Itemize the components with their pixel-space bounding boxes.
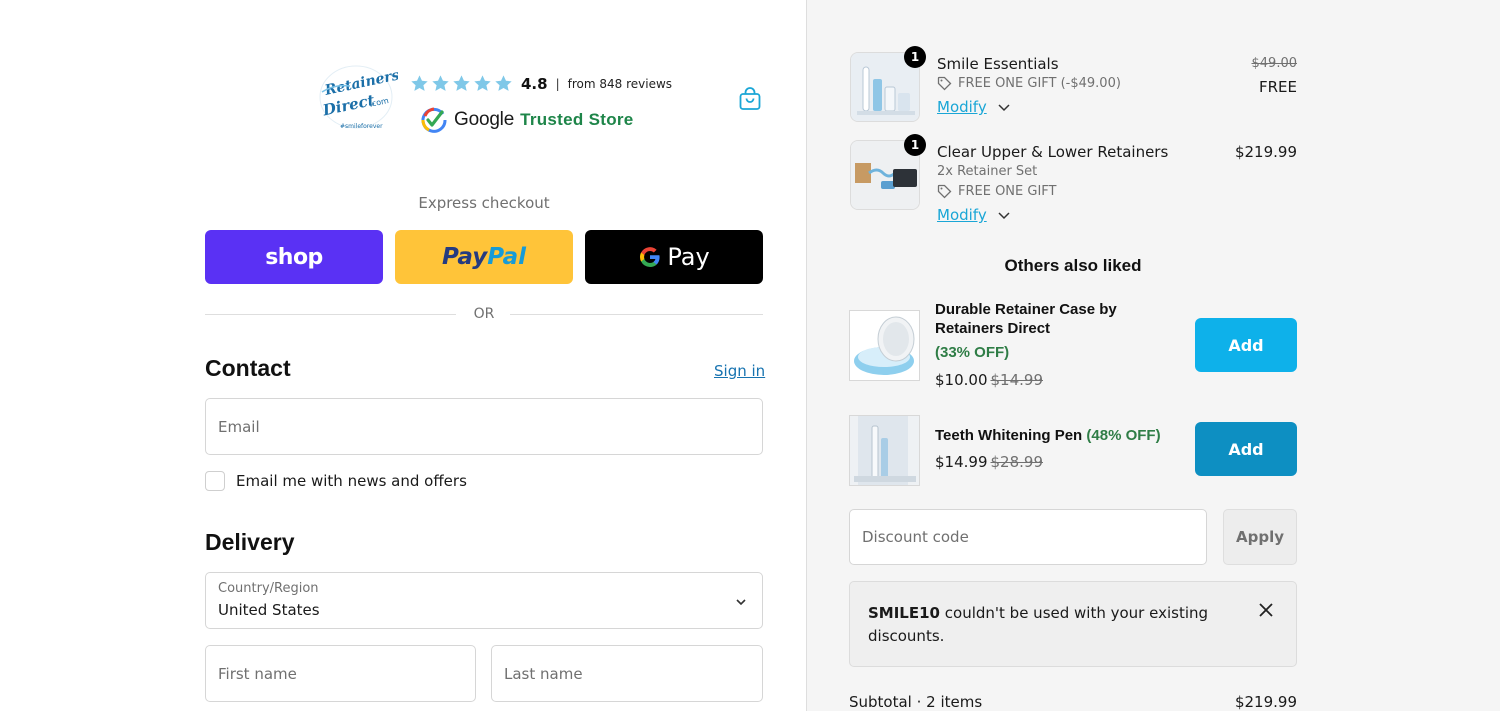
google-pay-button[interactable]: Pay (585, 230, 763, 284)
discount-code-input[interactable] (850, 510, 1206, 564)
rating-summary: 4.8 | from 848 reviews (410, 74, 672, 93)
upsell-was-price: $28.99 (990, 453, 1044, 471)
upsell-item-name: Durable Retainer Case by Retainers Direc… (935, 300, 1117, 338)
whitening-pen-image (849, 415, 920, 486)
star-icon (453, 75, 470, 91)
country-label: Country/Region (218, 581, 319, 596)
quantity-badge: 1 (904, 46, 926, 68)
retainer-case-image (849, 310, 920, 381)
modify-label: Modify (937, 98, 987, 116)
upsell-item-name: Teeth Whitening Pen (48% OFF) (935, 426, 1161, 445)
discount-field-wrapper (849, 509, 1207, 565)
tag-icon (937, 184, 952, 199)
first-name-field-wrapper (205, 645, 476, 702)
upsell-price: $14.99 (935, 453, 988, 471)
shopping-bag-icon[interactable] (737, 86, 763, 112)
discount-error-notice: SMILE10 couldn't be used with your exist… (849, 581, 1297, 667)
trusted-store-label: Trusted Store (520, 110, 634, 129)
close-icon[interactable] (1258, 602, 1274, 618)
modify-link[interactable]: Modify (937, 206, 1011, 224)
or-label: OR (473, 306, 495, 322)
star-icon (495, 75, 512, 91)
or-divider: OR (205, 305, 763, 325)
newsletter-checkbox[interactable] (205, 471, 225, 491)
subtotal-value: $219.99 (1234, 693, 1297, 711)
email-field-wrapper (205, 398, 763, 455)
cart-item-price: FREE (1258, 78, 1297, 96)
upsell-name-line1: Durable Retainer Case by (935, 301, 1117, 318)
gift-label: FREE ONE GIFT (958, 184, 1057, 199)
express-checkout-title: Express checkout (418, 194, 550, 212)
gift-tag: FREE ONE GIFT (937, 184, 1056, 199)
quantity-badge: 1 (904, 134, 926, 156)
add-button-label: Add (1228, 439, 1264, 459)
google-wordmark: Google (454, 109, 515, 130)
subtotal-label: Subtotal · 2 items (849, 693, 983, 711)
contact-heading: Contact (205, 355, 291, 381)
rating-separator: | (555, 76, 560, 91)
modify-label: Modify (937, 206, 987, 224)
upsell-name: Teeth Whitening Pen (935, 427, 1083, 444)
cart-item-variant: 2x Retainer Set (937, 164, 1038, 179)
chevron-down-icon (998, 212, 1010, 220)
paypal-button[interactable]: Pay Pal (395, 230, 573, 284)
rating-value: 4.8 (521, 74, 548, 93)
original-price: $49.00 (1251, 56, 1298, 71)
upsell-discount-label: (48% OFF) (1086, 427, 1161, 444)
country-value: United States (218, 601, 320, 619)
upsell-price: $10.00 (935, 371, 988, 389)
checkout-form-panel: Retainers Direct .com #smileforever 4.8 … (0, 0, 806, 711)
upsell-price-row: $14.99 $28.99 (935, 453, 1043, 471)
last-name-field-wrapper (491, 645, 763, 702)
paypal-label-pal: Pal (487, 244, 526, 270)
last-name-field[interactable] (492, 646, 762, 701)
newsletter-checkbox-row[interactable]: Email me with news and offers (205, 471, 467, 491)
google-check-icon (421, 107, 447, 133)
notice-code: SMILE10 (868, 604, 940, 622)
modify-link[interactable]: Modify (937, 98, 1011, 116)
sign-in-link[interactable]: Sign in (714, 362, 765, 380)
star-icon (432, 75, 449, 91)
cart-item-name: Clear Upper & Lower Retainers (937, 143, 1169, 161)
notice-message: SMILE10 couldn't be used with your exist… (868, 602, 1218, 648)
country-select[interactable]: Country/Region United States (205, 572, 763, 629)
tag-icon (937, 76, 952, 91)
apply-label: Apply (1235, 528, 1284, 546)
add-whitening-pen-button[interactable]: Add (1195, 422, 1297, 476)
shop-pay-button[interactable]: shop (205, 230, 383, 284)
upsell-was-price: $14.99 (990, 371, 1044, 389)
svg-text:#smileforever: #smileforever (340, 123, 383, 130)
newsletter-label: Email me with news and offers (236, 472, 467, 490)
upsell-discount: (33% OFF) (935, 343, 1009, 362)
star-icon (474, 75, 491, 91)
google-g-icon (640, 247, 660, 267)
email-field[interactable] (206, 399, 762, 454)
shop-pay-label: shop (265, 244, 323, 270)
apply-discount-button[interactable]: Apply (1223, 509, 1297, 565)
retainers-direct-logo[interactable]: Retainers Direct .com #smileforever (314, 62, 401, 132)
google-trusted-store-badge: Google Trusted Store (421, 107, 634, 133)
gift-tag: FREE ONE GIFT (-$49.00) (937, 76, 1121, 91)
star-icon (411, 75, 428, 91)
chevron-down-icon (736, 599, 746, 606)
others-also-liked-heading: Others also liked (1004, 256, 1142, 275)
cart-item-name: Smile Essentials (937, 55, 1059, 73)
upsell-price-row: $10.00 $14.99 (935, 371, 1043, 389)
rating-count: from 848 reviews (567, 76, 673, 91)
delivery-heading: Delivery (205, 529, 295, 555)
gift-label: FREE ONE GIFT (-$49.00) (958, 76, 1121, 91)
chevron-down-icon (998, 104, 1010, 112)
add-button-label: Add (1228, 335, 1264, 355)
first-name-field[interactable] (206, 646, 475, 701)
upsell-discount-label: (33% OFF) (935, 344, 1010, 361)
add-retainer-case-button[interactable]: Add (1195, 318, 1297, 372)
upsell-name-line2: Retainers Direct (935, 320, 1051, 337)
google-pay-label: Pay (667, 243, 710, 271)
cart-item-price: $219.99 (1234, 143, 1297, 161)
paypal-label-pay: Pay (442, 244, 488, 270)
